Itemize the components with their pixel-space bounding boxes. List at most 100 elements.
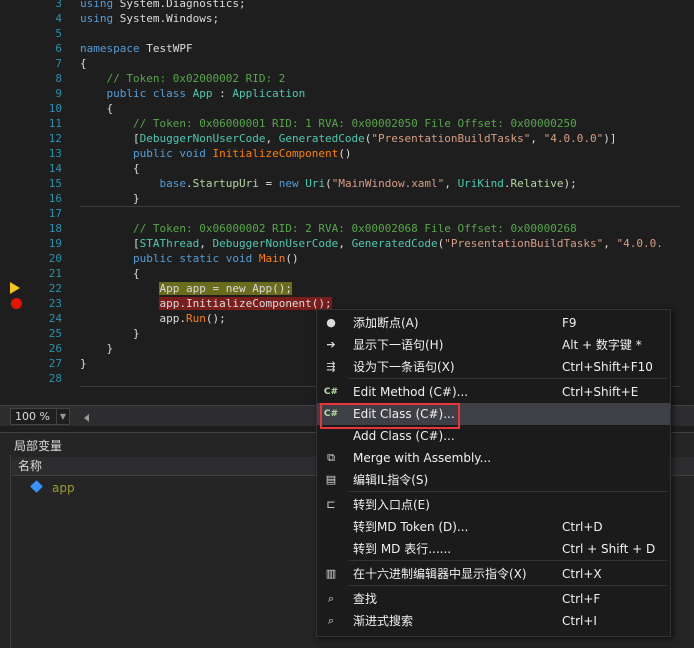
line-number: 12 bbox=[48, 132, 62, 145]
code-token: public static void bbox=[132, 252, 259, 265]
menu-item-shortcut: Ctrl+Shift+E bbox=[562, 385, 639, 399]
code-line[interactable]: 4 using System.Windows; bbox=[0, 11, 694, 26]
code-line[interactable]: 15 base.StartupUri = new Uri("MainWindow… bbox=[0, 176, 694, 191]
code-token: [ bbox=[80, 237, 140, 250]
line-number: 23 bbox=[48, 297, 62, 310]
context-menu-item[interactable]: ⌕ 查找 Ctrl+F bbox=[317, 588, 670, 610]
code-token: System.Diagnostics; bbox=[119, 0, 246, 10]
code-text: } bbox=[80, 326, 140, 341]
code-token: } bbox=[80, 192, 140, 205]
context-menu-item[interactable]: ⧉ Merge with Assembly... bbox=[317, 447, 670, 469]
code-token: Run bbox=[185, 312, 206, 325]
context-menu-item[interactable]: 转到 MD 表行...... Ctrl + Shift + D bbox=[317, 538, 670, 560]
code-token: , bbox=[530, 132, 544, 145]
code-line[interactable]: 16 } bbox=[0, 191, 694, 206]
code-token: )] bbox=[603, 132, 617, 145]
code-token: . bbox=[503, 177, 511, 190]
menu-item-label: 添加断点(A) bbox=[353, 316, 419, 330]
context-menu-item[interactable]: ● 添加断点(A) F9 bbox=[317, 312, 670, 334]
line-number: 8 bbox=[55, 72, 62, 85]
code-line[interactable]: 7{ bbox=[0, 56, 694, 71]
menu-item-icon: ⌕ bbox=[327, 614, 335, 627]
code-token: using bbox=[80, 0, 120, 10]
line-number: 16 bbox=[48, 192, 62, 205]
code-token: ); bbox=[563, 177, 577, 190]
code-line[interactable]: 5 bbox=[0, 26, 694, 41]
scroll-left-arrow-icon[interactable] bbox=[76, 414, 89, 422]
line-number: 26 bbox=[48, 342, 62, 355]
context-menu-item[interactable]: ▤ 编辑IL指令(S) bbox=[317, 469, 670, 491]
code-token: "PresentationBuildTasks" bbox=[371, 132, 531, 145]
code-text: base.StartupUri = new Uri("MainWindow.xa… bbox=[80, 176, 577, 191]
context-menu-item[interactable]: ⊏ 转到入口点(E) bbox=[317, 494, 670, 516]
code-token: () bbox=[338, 147, 352, 160]
code-line[interactable]: 13 public void InitializeComponent() bbox=[0, 146, 694, 161]
code-line[interactable]: 17 bbox=[0, 206, 694, 221]
code-token: , bbox=[265, 132, 279, 145]
code-line[interactable]: 11 // Token: 0x06000001 RID: 1 RVA: 0x00… bbox=[0, 116, 694, 131]
code-line[interactable]: 9 public class App : Application bbox=[0, 86, 694, 101]
code-token: System.Windows; bbox=[119, 12, 220, 25]
code-token: { bbox=[80, 57, 87, 70]
menu-item-label: Merge with Assembly... bbox=[353, 451, 492, 465]
context-menu-item[interactable]: ▥ 在十六进制编辑器中显示指令(X) Ctrl+X bbox=[317, 563, 670, 585]
code-token: namespace bbox=[80, 42, 147, 55]
object-icon bbox=[30, 480, 43, 493]
code-line[interactable]: 21 { bbox=[0, 266, 694, 281]
chevron-down-icon[interactable]: ▼ bbox=[56, 409, 69, 424]
code-token: InitializeComponent bbox=[212, 147, 339, 160]
code-line[interactable]: 3 using System.Diagnostics; bbox=[0, 0, 694, 11]
line-number: 21 bbox=[48, 267, 62, 280]
code-line[interactable]: 19 [STAThread, DebuggerNonUserCode, Gene… bbox=[0, 236, 694, 251]
line-number: 18 bbox=[48, 222, 62, 235]
context-menu-item[interactable]: C# Edit Method (C#)... Ctrl+Shift+E bbox=[317, 381, 670, 403]
code-token: GeneratedCode bbox=[278, 132, 365, 145]
context-menu-item[interactable]: ➔ 显示下一语句(H) Alt + 数字键 * bbox=[317, 334, 670, 356]
context-menu-item[interactable]: ⌕ 渐进式搜索 Ctrl+I bbox=[317, 610, 670, 632]
menu-separator bbox=[349, 378, 667, 379]
code-token: new bbox=[278, 177, 306, 190]
code-token: } bbox=[80, 357, 87, 370]
code-token: public class bbox=[106, 87, 193, 100]
local-variable-name: app bbox=[52, 481, 75, 495]
locals-row[interactable]: app bbox=[12, 479, 312, 497]
code-line[interactable]: 14 { bbox=[0, 161, 694, 176]
code-line[interactable]: 12 [DebuggerNonUserCode, GeneratedCode("… bbox=[0, 131, 694, 146]
code-line[interactable]: 22 App app = new App(); bbox=[0, 281, 694, 296]
line-number: 15 bbox=[48, 177, 62, 190]
menu-item-label: 转到MD Token (D)... bbox=[353, 520, 469, 534]
menu-separator bbox=[349, 491, 667, 492]
code-line[interactable]: 18 // Token: 0x06000002 RID: 2 RVA: 0x00… bbox=[0, 221, 694, 236]
code-token: } bbox=[80, 342, 114, 355]
code-line[interactable]: 6 namespace TestWPF bbox=[0, 41, 694, 56]
context-menu-item[interactable]: 转到MD Token (D)... Ctrl+D bbox=[317, 516, 670, 538]
code-text: { bbox=[80, 56, 87, 71]
breakpoint-icon[interactable] bbox=[11, 298, 22, 309]
code-token: , bbox=[444, 177, 458, 190]
menu-item-label: 显示下一语句(H) bbox=[353, 338, 444, 352]
code-token: () bbox=[285, 252, 299, 265]
highlight-annotation bbox=[320, 403, 460, 429]
locals-title: 局部变量 bbox=[14, 439, 63, 453]
zoom-dropdown[interactable]: 100 % ▼ bbox=[10, 408, 70, 425]
current-statement-arrow-icon[interactable] bbox=[10, 282, 20, 294]
code-text: } bbox=[80, 356, 87, 371]
code-text: // Token: 0x06000001 RID: 1 RVA: 0x00002… bbox=[80, 116, 577, 131]
code-line[interactable]: 10 { bbox=[0, 101, 694, 116]
menu-item-label: Edit Method (C#)... bbox=[353, 385, 469, 399]
context-menu: ● 添加断点(A) F9 ➔ 显示下一语句(H) Alt + 数字键 * ⇶ 设为下一条语句(… bbox=[316, 309, 671, 637]
menu-item-shortcut: Alt + 数字键 * bbox=[562, 338, 642, 352]
context-menu-item[interactable]: ⇶ 设为下一条语句(X) Ctrl+Shift+F10 bbox=[317, 356, 670, 378]
code-token: public void bbox=[132, 147, 213, 160]
code-token: using bbox=[80, 12, 120, 25]
line-number: 4 bbox=[55, 12, 62, 25]
code-line[interactable]: 8 // Token: 0x02000002 RID: 2 bbox=[0, 71, 694, 86]
line-number: 24 bbox=[48, 312, 62, 325]
code-line[interactable]: 20 public static void Main() bbox=[0, 251, 694, 266]
code-token: , bbox=[603, 237, 617, 250]
code-token: base bbox=[159, 177, 186, 190]
code-text: // Token: 0x06000002 RID: 2 RVA: 0x00002… bbox=[80, 221, 577, 236]
